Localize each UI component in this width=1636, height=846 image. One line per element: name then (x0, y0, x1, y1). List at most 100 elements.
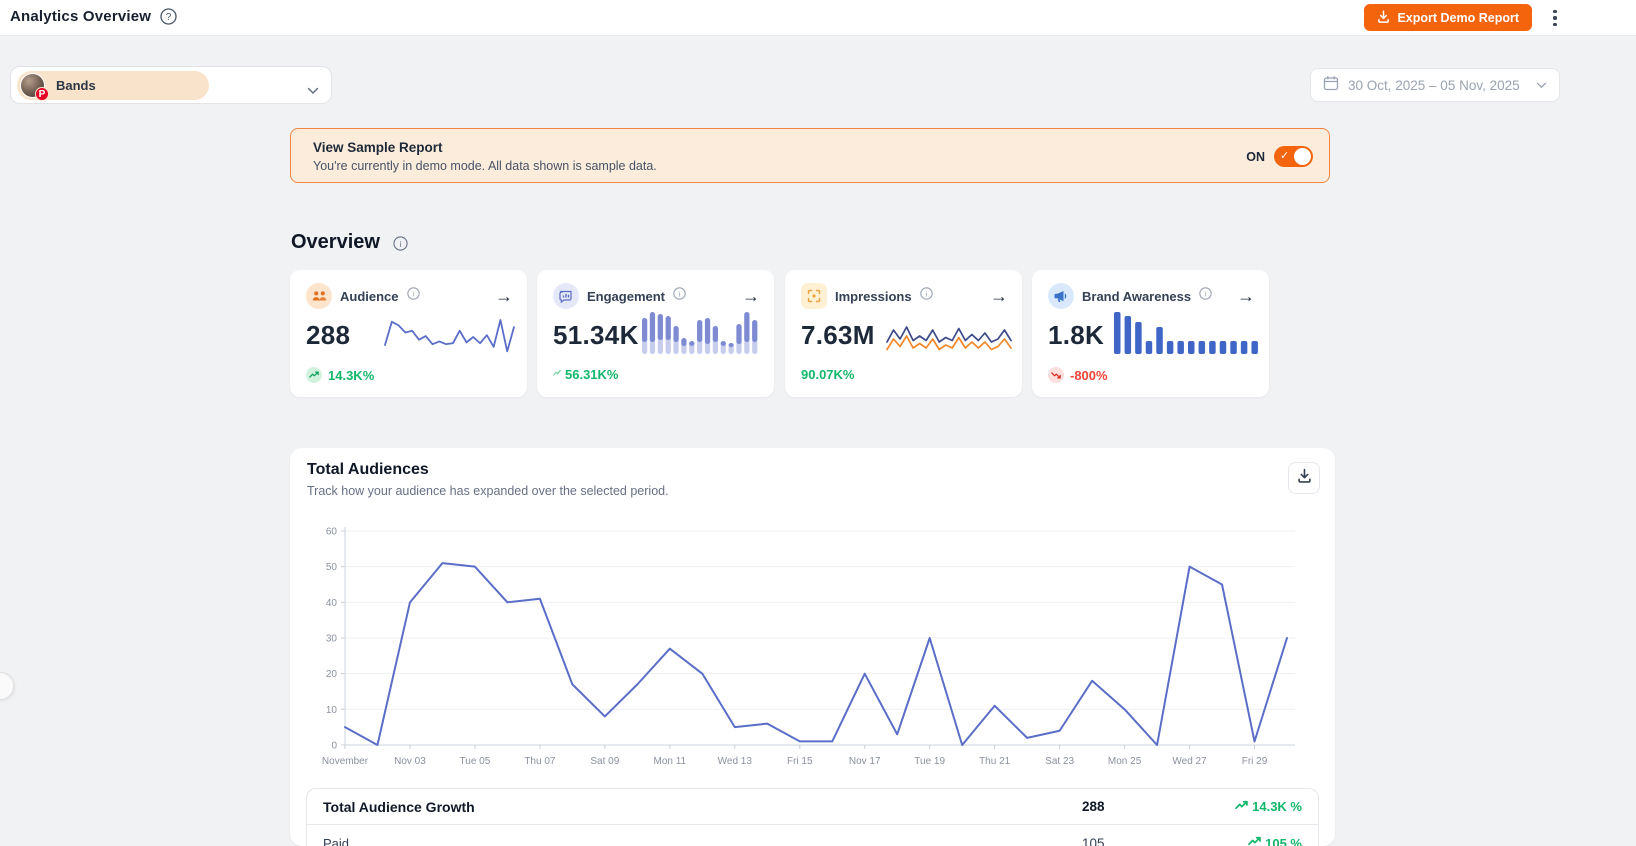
card-label: Impressions (835, 288, 912, 304)
arrow-right-icon[interactable]: → (742, 287, 760, 305)
total-audiences-card: Total Audiences Track how your audience … (290, 448, 1335, 846)
svg-text:Sat 09: Sat 09 (590, 756, 619, 767)
svg-text:Sat 23: Sat 23 (1045, 756, 1074, 767)
svg-text:Thu 07: Thu 07 (524, 756, 556, 767)
page-title: Analytics Overview (10, 8, 152, 25)
svg-text:30: 30 (326, 634, 338, 645)
analytics-overview-page: Analytics Overview ? Export Demo Report … (0, 0, 1636, 846)
date-range-picker[interactable]: 30 Oct, 2025 – 05 Nov, 2025 (1310, 68, 1560, 102)
svg-text:Nov 03: Nov 03 (394, 756, 426, 767)
arrow-right-icon[interactable]: → (990, 287, 1008, 305)
audience-sparkline (384, 319, 515, 353)
engagement-bubble-icon (553, 283, 579, 309)
info-icon[interactable]: i (919, 287, 933, 305)
kebab-menu-icon[interactable] (1546, 7, 1564, 29)
chevron-down-icon (1536, 76, 1547, 94)
svg-text:10: 10 (326, 705, 338, 716)
svg-text:Nov 17: Nov 17 (849, 756, 881, 767)
trend-down-icon (1048, 367, 1064, 383)
engagement-sparkline (642, 312, 758, 354)
card-label: Engagement (587, 288, 666, 304)
svg-text:Wed 27: Wed 27 (1172, 756, 1207, 767)
info-icon[interactable]: i (673, 287, 686, 305)
download-icon (1377, 10, 1390, 26)
chart-title: Total Audiences (307, 461, 429, 478)
svg-text:?: ? (166, 12, 172, 23)
card-value: 1.8K (1048, 320, 1105, 350)
audience-people-icon (306, 283, 332, 309)
svg-text:Fri 15: Fri 15 (787, 756, 813, 767)
audience-card: Audience i → 288 14.3K% (290, 270, 527, 397)
svg-text:i: i (679, 289, 681, 298)
card-label: Audience (340, 288, 399, 304)
download-icon (1297, 468, 1312, 488)
toggle-knob (1294, 148, 1311, 165)
edge-handle[interactable] (0, 672, 14, 700)
date-range-value: 30 Oct, 2025 – 05 Nov, 2025 (1348, 77, 1520, 93)
svg-text:60: 60 (326, 527, 338, 538)
engagement-card: Engagement i → 51.34K 56.31K% (537, 270, 774, 397)
info-icon[interactable]: i (406, 287, 420, 305)
check-icon: ✓ (1280, 150, 1290, 162)
toggle-state-label: ON (1246, 149, 1265, 164)
card-change: -800% (1048, 367, 1108, 383)
card-value: 51.34K (553, 320, 639, 350)
svg-text:Fri 29: Fri 29 (1242, 756, 1268, 767)
svg-text:i: i (412, 289, 414, 298)
banner-title: View Sample Report (313, 140, 443, 155)
svg-text:Mon 11: Mon 11 (654, 756, 687, 767)
trend-up-icon (306, 367, 322, 383)
banner-subtitle: You're currently in demo mode. All data … (313, 159, 657, 173)
svg-text:Mon 25: Mon 25 (1108, 756, 1142, 767)
svg-text:Tue 19: Tue 19 (914, 756, 945, 767)
svg-text:i: i (1205, 289, 1207, 298)
trend-up-icon (1248, 835, 1261, 846)
sample-report-banner: View Sample Report You're currently in d… (290, 128, 1330, 183)
card-change: 90.07K% (801, 367, 855, 382)
brand-awareness-card: Brand Awareness i → 1.8K -800% (1032, 270, 1269, 397)
help-icon[interactable]: ? (160, 8, 177, 25)
profile-select[interactable]: P Bands (10, 66, 332, 104)
svg-text:November: November (322, 756, 369, 767)
topbar: Analytics Overview ? Export Demo Report (0, 0, 1636, 36)
arrow-right-icon[interactable]: → (495, 287, 513, 305)
card-value: 288 (306, 320, 351, 350)
svg-text:50: 50 (326, 562, 338, 573)
svg-text:Wed 13: Wed 13 (718, 756, 753, 767)
card-change: 56.31K% (553, 367, 618, 382)
table-row: Paid 105 105 % (307, 825, 1318, 846)
card-label: Brand Awareness (1082, 288, 1192, 304)
calendar-icon (1323, 75, 1339, 96)
info-icon[interactable]: i (393, 236, 408, 256)
trend-up-icon (1235, 799, 1248, 815)
sample-report-toggle[interactable]: ✓ (1274, 146, 1313, 167)
chevron-down-icon (307, 82, 319, 100)
profile-name: Bands (56, 78, 96, 93)
audience-growth-table: Total Audience Growth 288 14.3K % Paid 1… (306, 788, 1319, 846)
trend-up-icon (553, 365, 561, 380)
svg-text:Tue 05: Tue 05 (460, 756, 491, 767)
card-change: 14.3K% (306, 367, 374, 383)
chart-download-button[interactable] (1288, 462, 1320, 494)
total-audiences-chart: 0 10 20 30 40 50 60 November Nov 03 Tue 05 Thu 07 S… (322, 527, 1295, 767)
brand-awareness-sparkline (1114, 312, 1258, 354)
profile-avatar: P (20, 73, 49, 101)
brand-awareness-megaphone-icon (1048, 283, 1074, 309)
svg-text:Thu 21: Thu 21 (979, 756, 1011, 767)
table-row: Total Audience Growth 288 14.3K % (307, 789, 1318, 825)
profile-chip: P Bands (17, 71, 209, 101)
impressions-sparkline (886, 326, 1012, 351)
svg-text:i: i (925, 289, 927, 298)
export-button-label: Export Demo Report (1397, 10, 1519, 25)
impressions-card: Impressions i → 7.63M 90.07K% (785, 270, 1022, 397)
impressions-scan-icon (801, 283, 827, 309)
export-demo-report-button[interactable]: Export Demo Report (1364, 4, 1532, 31)
info-icon[interactable]: i (1199, 287, 1212, 305)
arrow-right-icon[interactable]: → (1237, 287, 1255, 305)
svg-text:i: i (400, 239, 402, 249)
pinterest-badge-icon: P (35, 87, 49, 101)
card-value: 7.63M (801, 320, 875, 350)
svg-text:40: 40 (326, 598, 338, 609)
overview-heading: Overview (291, 231, 380, 253)
svg-text:0: 0 (331, 741, 337, 752)
